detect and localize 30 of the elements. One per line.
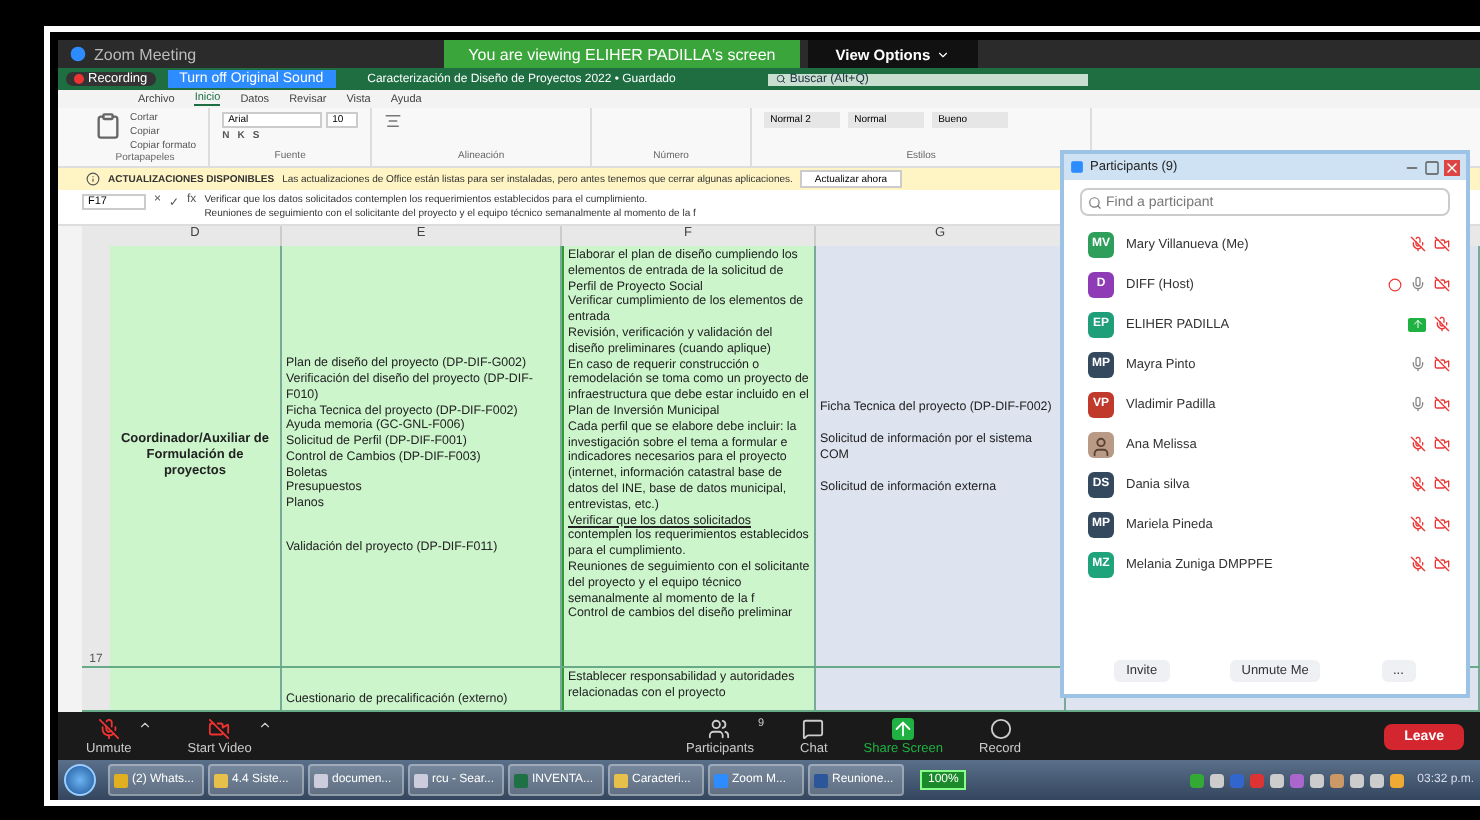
info-icon: [86, 172, 100, 186]
video-off-icon: [1434, 516, 1450, 532]
caret-icon: [936, 47, 951, 61]
paste-icon[interactable]: [94, 112, 122, 140]
caret-icon[interactable]: [257, 717, 272, 731]
video-off-icon: [1434, 236, 1450, 252]
video-off-icon: [1434, 436, 1450, 452]
search-icon: [775, 74, 786, 84]
chat-icon: [802, 717, 825, 739]
record-icon: [989, 717, 1011, 739]
people-icon: [708, 717, 731, 739]
video-off-icon: [1434, 556, 1450, 572]
app-icon: [70, 46, 86, 62]
align-icon[interactable]: [384, 112, 403, 130]
caret-icon[interactable]: [137, 717, 152, 731]
video-off-icon: [1434, 476, 1450, 492]
start-button[interactable]: [64, 764, 96, 796]
window-title: Zoom Meeting: [94, 45, 197, 63]
app-icon: [1070, 160, 1084, 174]
avatar-photo-placeholder: [1088, 431, 1114, 457]
viewing-banner: You are viewing ELIHER PADILLA's screen: [444, 40, 800, 68]
video-off-icon: [208, 717, 231, 739]
close-icon[interactable]: [1444, 159, 1460, 175]
share-screen-icon: [892, 717, 915, 739]
mic-off-icon: [97, 717, 120, 739]
maximize-icon[interactable]: [1424, 159, 1440, 175]
video-off-icon: [1434, 276, 1450, 292]
video-off-icon: [1434, 396, 1450, 412]
search-icon: [1088, 196, 1102, 210]
video-off-icon: [1434, 356, 1450, 372]
